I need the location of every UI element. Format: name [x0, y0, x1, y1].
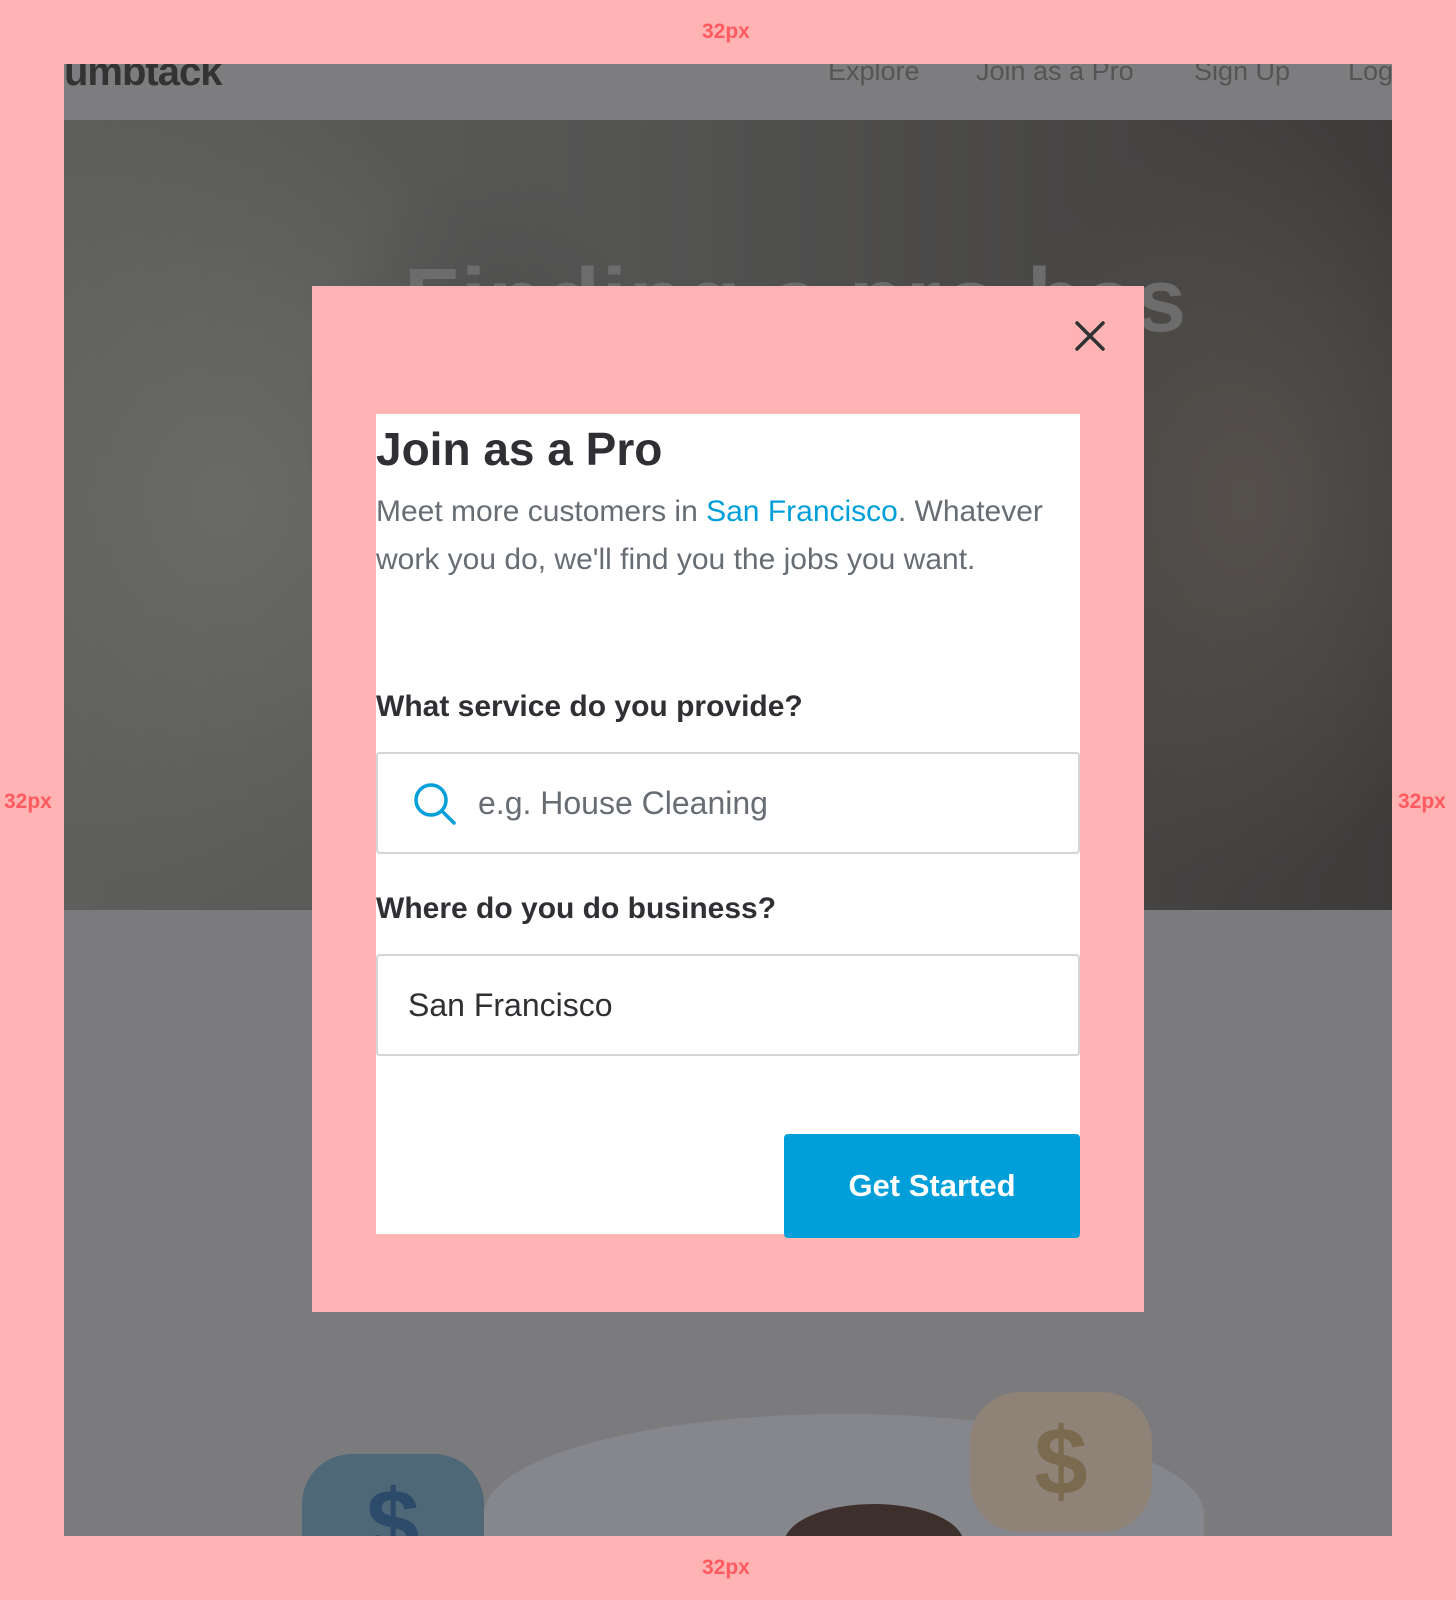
- description-city-link[interactable]: San Francisco: [706, 495, 898, 528]
- join-as-pro-modal: Join as a Pro Meet more customers in San…: [312, 286, 1144, 1312]
- nav-explore[interactable]: Explore: [828, 64, 920, 87]
- site-logo: umbtack: [64, 64, 222, 94]
- location-label: Where do you do business?: [376, 892, 777, 925]
- description-prefix: Meet more customers in: [376, 495, 707, 528]
- service-field[interactable]: [376, 752, 1080, 854]
- close-icon[interactable]: [1072, 318, 1108, 354]
- service-input[interactable]: [478, 754, 1058, 852]
- modal-title: Join as a Pro: [376, 423, 663, 475]
- search-icon: [412, 781, 458, 827]
- dollar-bubble-icon: $: [302, 1454, 484, 1536]
- nav-sign-up[interactable]: Sign Up: [1194, 64, 1290, 87]
- nav-log-in[interactable]: Log: [1348, 64, 1392, 87]
- annotation-left-margin: 32px: [4, 790, 52, 813]
- annotation-bottom-margin: 32px: [702, 1556, 750, 1579]
- location-field[interactable]: [376, 954, 1080, 1056]
- nav-join-as-pro[interactable]: Join as a Pro: [976, 64, 1134, 87]
- top-navigation-bar: umbtack Explore Join as a Pro Sign Up Lo…: [64, 64, 1392, 120]
- service-label: What service do you provide?: [376, 690, 803, 723]
- annotation-top-margin: 32px: [702, 20, 750, 43]
- location-input[interactable]: [408, 956, 1058, 1054]
- annotation-right-margin: 32px: [1398, 790, 1446, 813]
- modal-description: Meet more customers in San Francisco. Wh…: [376, 488, 1080, 584]
- get-started-button[interactable]: Get Started: [784, 1134, 1080, 1238]
- modal-content: Join as a Pro Meet more customers in San…: [376, 414, 1080, 1238]
- dollar-bubble-icon: $: [970, 1392, 1152, 1532]
